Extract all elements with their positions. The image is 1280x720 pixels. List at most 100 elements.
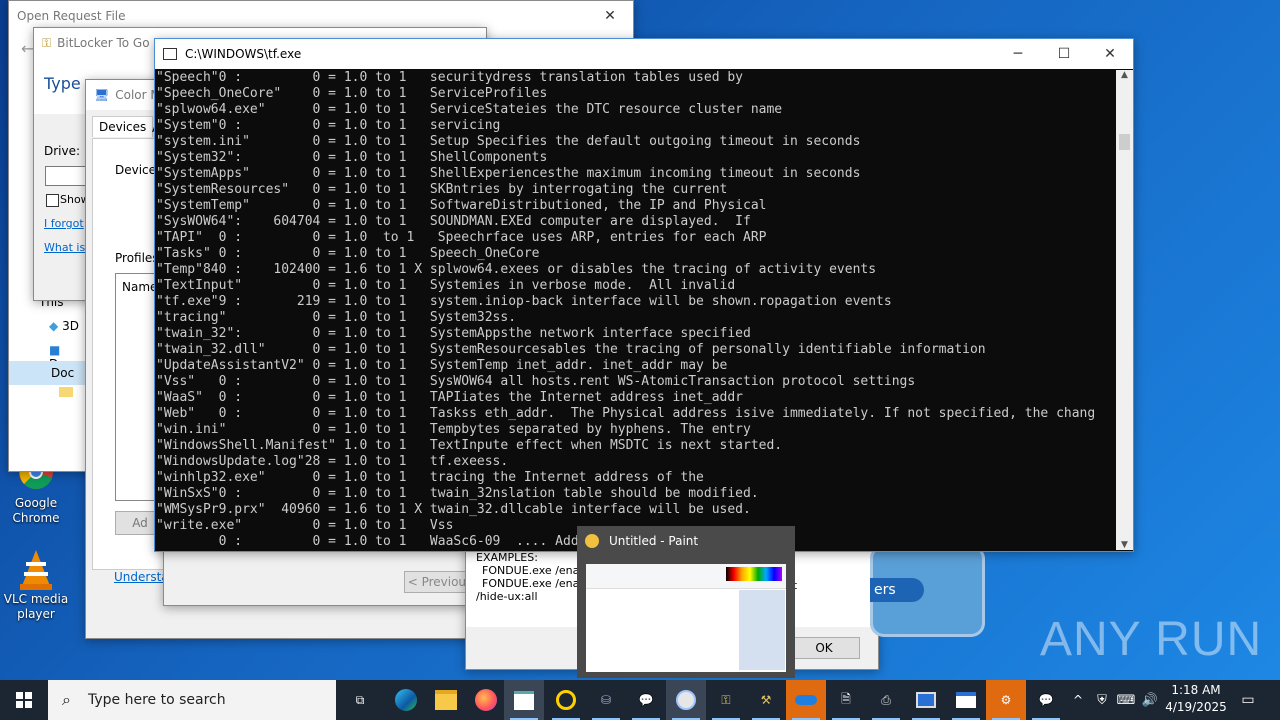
clock-date: 4/19/2025 (1165, 700, 1227, 714)
console-line: "UpdateAssistantV2" 0 = 1.0 to 1 SystemT… (156, 358, 728, 373)
color-management-taskbar-icon[interactable] (906, 680, 946, 720)
task-view-icon[interactable]: ⧉ (340, 680, 380, 720)
forgot-password-link[interactable]: I forgot (44, 217, 84, 230)
search-box[interactable]: ⌕ Type here to search (48, 680, 336, 720)
console-line: "WMSysPr9.prx" 40960 = 1.6 to 1 X twain_… (156, 502, 751, 517)
console-line: "System32": 0 = 1.0 to 1 ShellComponents (156, 150, 548, 165)
console-line: "Temp"840 : 102400 = 1.6 to 1 X splwow64… (156, 262, 877, 277)
console-line: "SystemApps" 0 = 1.0 to 1 ShellExperienc… (156, 166, 861, 181)
search-placeholder: Type here to search (88, 692, 226, 708)
notifications-icon[interactable]: ▭ (1236, 680, 1260, 720)
window-titlebar[interactable]: C:\WINDOWS\tf.exe (155, 39, 1133, 69)
console-icon (163, 48, 177, 60)
edge-icon[interactable] (386, 680, 426, 720)
console-line: "system.ini" 0 = 1.0 to 1 Setup Specifie… (156, 134, 861, 149)
radio-app-icon[interactable] (546, 680, 586, 720)
scrollbar-thumb[interactable] (1119, 134, 1130, 150)
console-line: "SystemResources" 0 = 1.0 to 1 SKBntries… (156, 182, 728, 197)
security-icon[interactable]: ⛨ (1092, 680, 1112, 720)
search-icon: ⌕ (62, 690, 71, 709)
taskbar: ⌕ Type here to search ⧉ ⛁ 💬 ⚿ ⚒ 🗎 ⎙ ⚙ 💬 … (0, 680, 1280, 720)
console-line: "winhlp32.exe" 0 = 1.0 to 1 tracing the … (156, 470, 704, 485)
console-line: "Vss" 0 : 0 = 1.0 to 1 SysWOW64 all host… (156, 374, 916, 389)
console-line: "WindowsShell.Manifest" 1.0 to 1 TextInp… (156, 438, 783, 453)
console-line: "tf.exe"9 : 219 = 1.0 to 1 system.iniop-… (156, 294, 892, 309)
understand-link[interactable]: Understa (114, 570, 169, 584)
sidebar-item-3d[interactable]: ◆ 3D (49, 319, 79, 333)
console-line: "Tasks" 0 : 0 = 1.0 to 1 Speech_OneCore (156, 246, 540, 261)
console-line: "Web" 0 : 0 = 1.0 to 1 Taskss eth_addr. … (156, 406, 1096, 421)
file-explorer-icon[interactable] (426, 680, 466, 720)
paint-taskbar-icon[interactable] (666, 680, 706, 720)
console-line: "WinSxS"0 : 0 = 1.0 to 1 twain_32nslatio… (156, 486, 759, 501)
console-line: "SysWOW64": 604704 = 1.0 to 1 SOUNDMAN.E… (156, 214, 751, 229)
examples-text: EXAMPLES: FONDUE.exe /enab FONDUE.exe /e… (476, 551, 587, 603)
clock-time: 1:18 AM (1171, 683, 1221, 697)
console-line: "twain_32.dll" 0 = 1.0 to 1 SystemResour… (156, 342, 986, 357)
printer-icon[interactable]: ⎙ (866, 680, 906, 720)
preview-title: Untitled - Paint (609, 534, 699, 548)
desktop-icon-label: Google Chrome (12, 496, 60, 525)
scroll-down-icon[interactable]: ▼ (1116, 540, 1133, 550)
console-line: "Speech_OneCore" 0 = 1.0 to 1 ServicePro… (156, 86, 548, 101)
chat-app-icon[interactable]: 💬 (626, 680, 666, 720)
minimize-button[interactable]: ─ (995, 39, 1041, 69)
scroll-up-icon[interactable]: ▲ (1116, 70, 1133, 80)
console-line: "splwow64.exe" 0 = 1.0 to 1 ServiceState… (156, 102, 783, 117)
vlc-icon (16, 548, 56, 590)
desktop-folder-icon: ■ (49, 343, 61, 357)
explorer-sidebar: This ◆ 3D ■ Des Doc (9, 291, 87, 471)
console-line: "twain_32": 0 = 1.0 to 1 SystemAppsthe n… (156, 326, 751, 341)
scrollbar[interactable]: ▲ ▼ (1116, 70, 1133, 550)
window-title: Open Request File (17, 9, 126, 23)
maximize-button[interactable]: ☐ (1041, 39, 1087, 69)
volume-icon[interactable]: 🔊 (1140, 680, 1160, 720)
windows-logo-icon (16, 692, 32, 708)
monitor-icon: 🖥 (94, 88, 110, 102)
desktop-icon-vlc[interactable]: VLC media player (0, 548, 72, 622)
console-line: "TAPI" 0 : 0 = 1.0 to 1 Speechrface uses… (156, 230, 767, 245)
dialog-app-icon[interactable] (946, 680, 986, 720)
paint-icon (585, 534, 599, 548)
window-title: BitLocker To Go Re (57, 36, 169, 50)
paint-window-thumbnail (586, 564, 786, 672)
hammer-tool-icon[interactable]: ⚒ (746, 680, 786, 720)
desktop-icon-label: VLC media player (3, 592, 69, 621)
console-line: "tracing" 0 = 1.0 to 1 System32ss. (156, 310, 517, 325)
anyrun-watermark: ANY RUN (1040, 613, 1263, 666)
cube-icon: ◆ (49, 319, 59, 333)
start-button[interactable] (4, 680, 44, 720)
bitlocker-taskbar-icon[interactable]: ⛁ (586, 680, 626, 720)
profiles-label: Profiles (115, 251, 159, 265)
key-tool-icon[interactable]: ⚿ (706, 680, 746, 720)
sidebar-item-documents[interactable]: Doc (9, 361, 87, 385)
console-line: "SystemTemp" 0 = 1.0 to 1 SoftwareDistri… (156, 198, 767, 213)
show-checkbox[interactable] (46, 194, 59, 207)
console-line: "TextInput" 0 = 1.0 to 1 Systemies in ve… (156, 278, 736, 293)
console-line: "Speech"0 : 0 = 1.0 to 1 securitydress t… (156, 70, 743, 85)
network-tool-icon[interactable]: ⚙ (986, 680, 1026, 720)
other-button[interactable]: ers (870, 578, 924, 602)
clock[interactable]: 1:18 AM 4/19/2025 (1160, 682, 1232, 716)
onedrive-icon[interactable] (786, 680, 826, 720)
paint-thumbnail-preview[interactable]: Untitled - Paint (577, 526, 795, 678)
tab-devices[interactable]: Devices (92, 116, 154, 137)
console-line: "WindowsUpdate.log"28 = 1.0 to 1 tf.exee… (156, 454, 509, 469)
chat-app-2-icon[interactable]: 💬 (1026, 680, 1066, 720)
close-button[interactable]: ✕ (587, 1, 633, 31)
console-output[interactable]: "Speech"0 : 0 = 1.0 to 1 securitydress t… (155, 70, 1116, 548)
window-title: C:\WINDOWS\tf.exe (185, 47, 302, 61)
folder-icon (59, 387, 73, 397)
console-line: "System"0 : 0 = 1.0 to 1 servicing (156, 118, 501, 133)
network-icon[interactable]: ⌨ (1116, 680, 1136, 720)
show-hidden-icons-icon[interactable]: ^ (1068, 680, 1088, 720)
console-line: "WaaS" 0 : 0 = 1.0 to 1 TAPIiates the In… (156, 390, 743, 405)
console-taskbar-icon[interactable] (504, 680, 544, 720)
setup-tool-icon[interactable]: 🗎 (826, 680, 866, 720)
close-button[interactable]: ✕ (1087, 39, 1133, 69)
firefox-icon[interactable] (466, 680, 506, 720)
background-graphic: ers (870, 545, 985, 637)
drive-label: Drive: (44, 144, 81, 158)
console-window[interactable]: C:\WINDOWS\tf.exe ─ ☐ ✕ "Speech"0 : 0 = … (154, 38, 1134, 552)
ok-button[interactable]: OK (788, 637, 860, 659)
